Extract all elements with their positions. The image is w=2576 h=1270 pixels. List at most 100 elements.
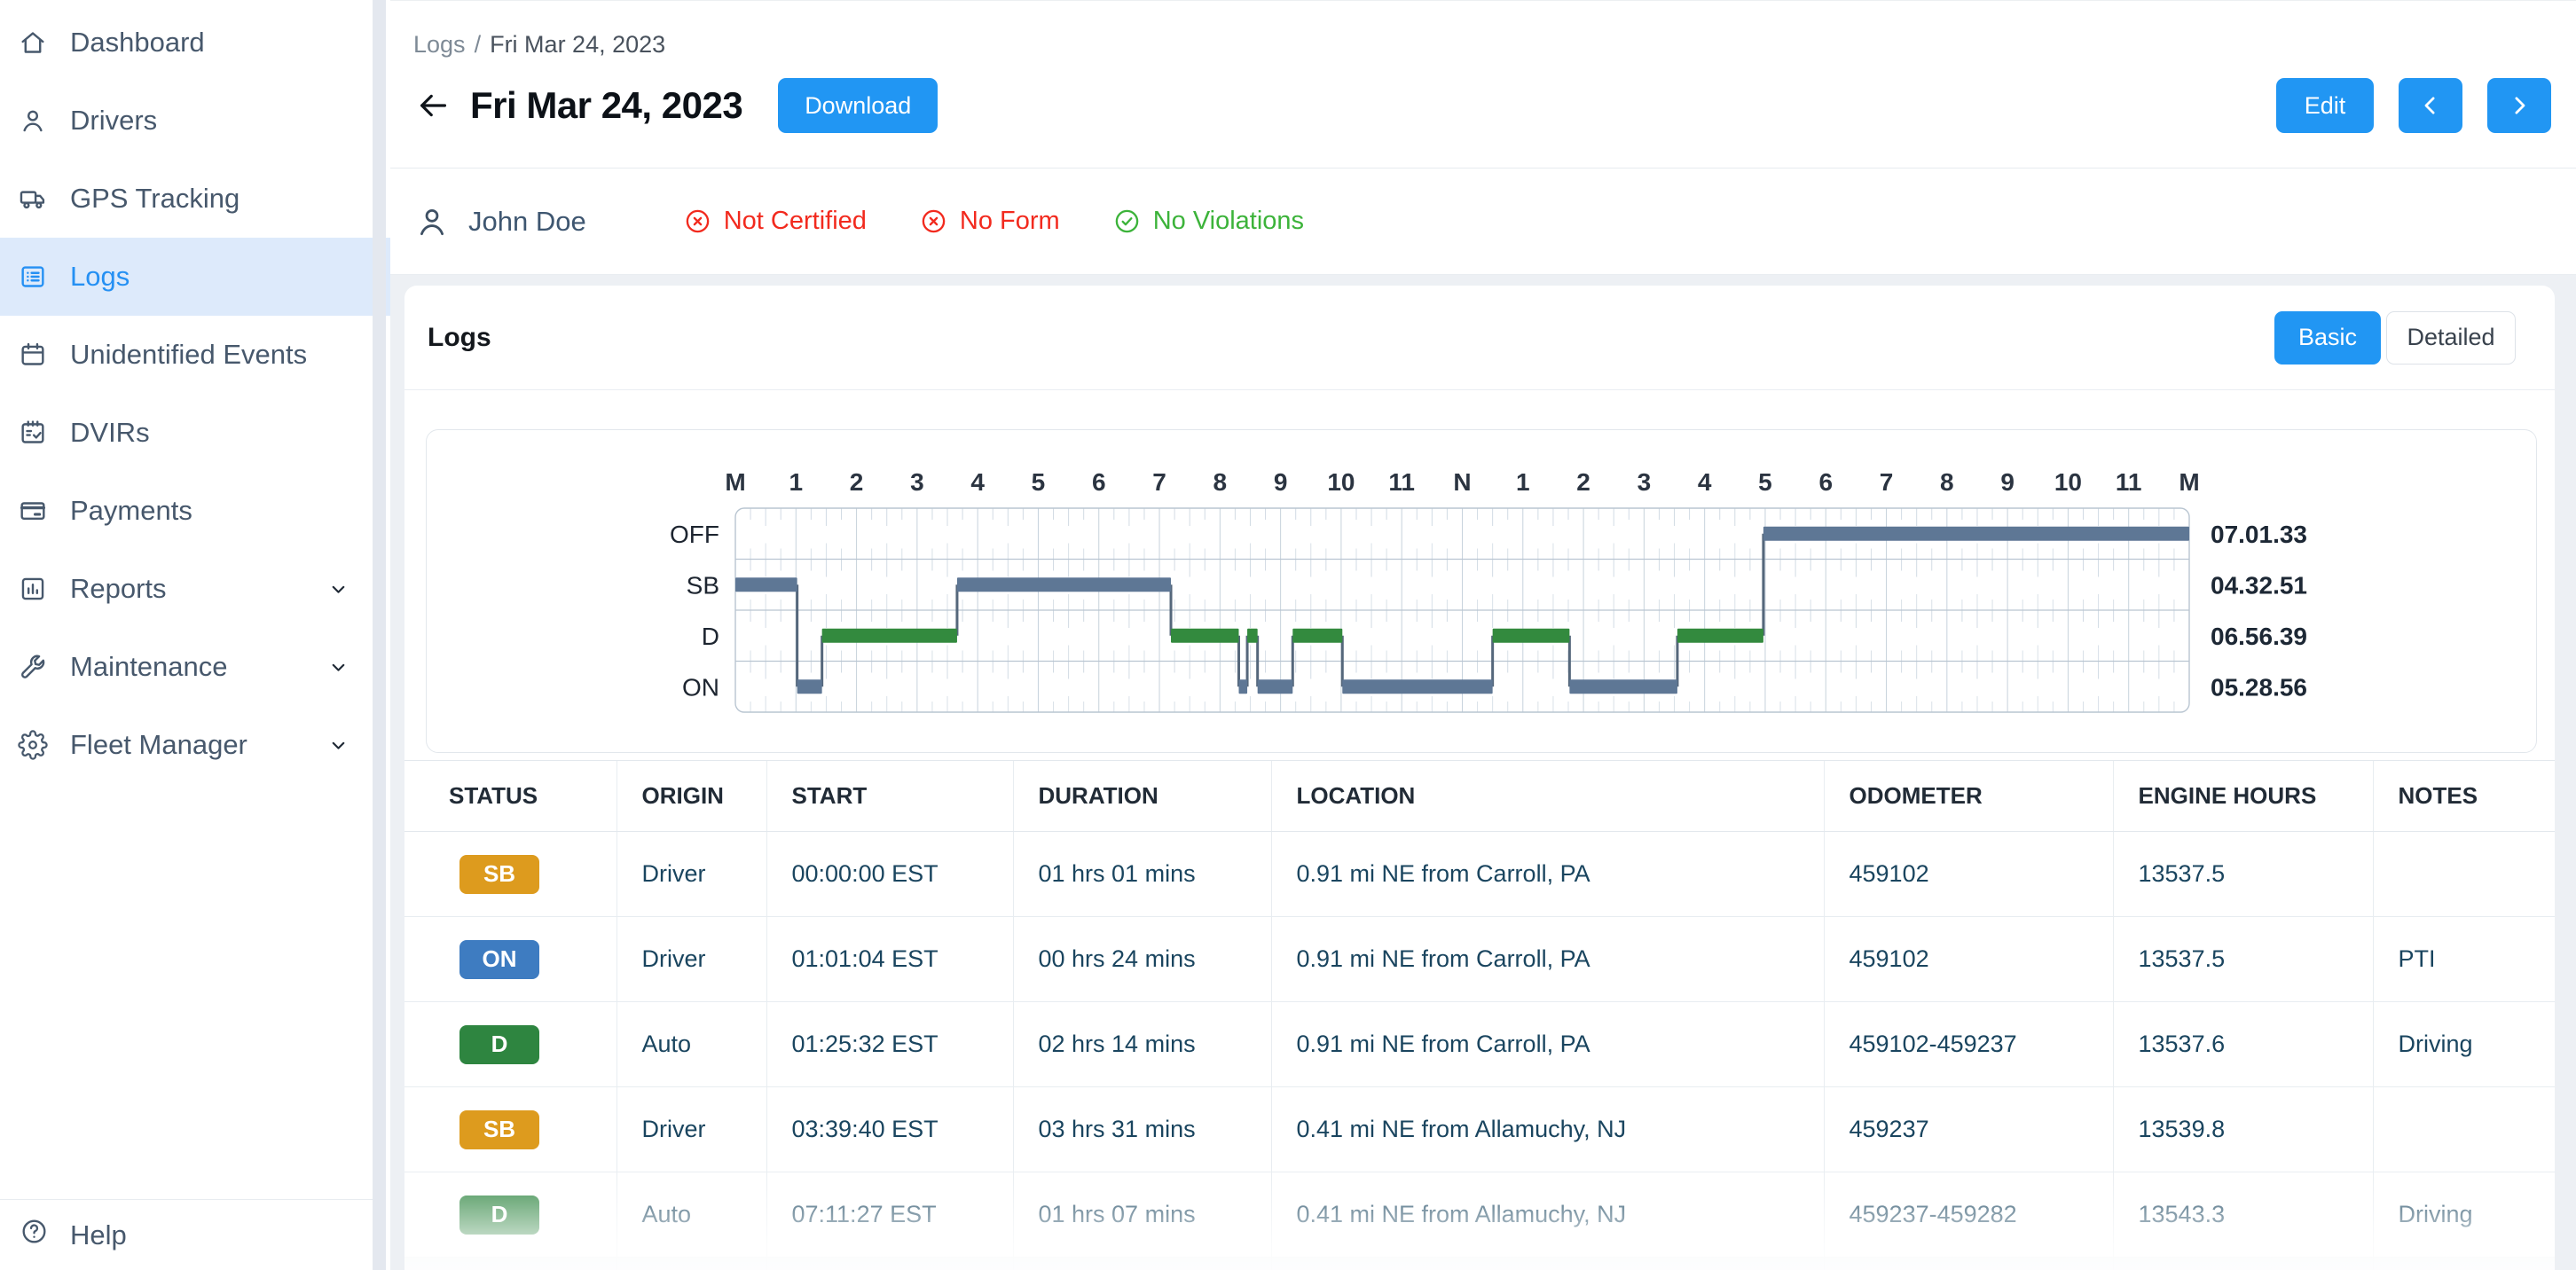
sidebar-item-label: Reports	[70, 573, 167, 605]
status-cell: SB	[404, 1087, 617, 1172]
hour-label: 9	[1274, 468, 1288, 496]
hour-label: 7	[1880, 468, 1894, 496]
duty-status-segment	[1493, 629, 1570, 643]
location-cell: 0.41 mi NE from Allamuchy, NJ	[1271, 1172, 1824, 1258]
content-area: Logs Basic Detailed M1234567891011N12345…	[390, 275, 2576, 1270]
sidebar-item-dashboard[interactable]: Dashboard	[0, 4, 390, 82]
driver-avatar-icon	[413, 203, 451, 240]
row-label: SB	[687, 571, 719, 599]
sidebar-item-help[interactable]: Help	[0, 1199, 373, 1270]
sidebar-item-label: Maintenance	[70, 651, 228, 683]
sidebar-item-unidentified-events[interactable]: Unidentified Events	[0, 316, 390, 394]
sidebar-item-payments[interactable]: Payments	[0, 472, 390, 550]
log-table: STATUSORIGINSTARTDURATIONLOCATIONODOMETE…	[404, 760, 2555, 1270]
title-row: Fri Mar 24, 2023 Download Edit	[413, 75, 2551, 136]
sidebar-item-drivers[interactable]: Drivers	[0, 82, 390, 160]
sidebar-item-dvirs[interactable]: DVIRs	[0, 394, 390, 472]
hour-label: 11	[2116, 468, 2142, 496]
sidebar-scrollbar[interactable]	[373, 0, 386, 1270]
sidebar-item-label: DVIRs	[70, 417, 150, 449]
chevron-right-icon	[2506, 92, 2533, 119]
column-header: DURATION	[1013, 761, 1271, 832]
card-title: Logs	[428, 323, 491, 353]
hour-label: 2	[1576, 468, 1590, 496]
breadcrumb-section[interactable]: Logs	[413, 31, 466, 59]
driver-status-chips: Not Certified No Form No Violations	[684, 207, 1304, 236]
hour-label: 9	[2000, 468, 2014, 496]
download-button[interactable]: Download	[778, 78, 938, 133]
row-label: OFF	[670, 521, 719, 548]
bar-chart-icon	[18, 574, 48, 604]
location-cell: 0.91 mi NE from Carroll, PA	[1271, 832, 1824, 917]
hour-label: 11	[1388, 468, 1415, 496]
status-badge: D	[459, 1196, 539, 1235]
origin-cell: Auto	[617, 1172, 766, 1258]
no-form-badge: No Form	[920, 207, 1060, 236]
back-arrow-icon[interactable]	[413, 86, 452, 125]
duty-status-segment	[1342, 679, 1492, 694]
sidebar-item-label: Fleet Manager	[70, 729, 247, 761]
calendar-check-icon	[18, 418, 48, 448]
sidebar-item-maintenance[interactable]: Maintenance	[0, 628, 390, 706]
edit-button[interactable]: Edit	[2276, 78, 2374, 133]
hos-chart: M1234567891011N1234567891011MOFF07.01.33…	[427, 430, 2536, 752]
status-cell: D	[404, 1172, 617, 1258]
hour-label: 1	[789, 468, 804, 496]
help-label: Help	[70, 1219, 127, 1251]
location-cell: 0.41 mi NE from Allamuchy, NJ	[1271, 1087, 1824, 1172]
sidebar-item-gps-tracking[interactable]: GPS Tracking	[0, 160, 390, 238]
hour-label: 5	[1032, 468, 1046, 496]
notes-cell: Driving	[2373, 1172, 2555, 1258]
truck-icon	[18, 184, 48, 214]
table-row-partial	[404, 1258, 2555, 1270]
not-certified-badge: Not Certified	[684, 207, 867, 236]
sidebar-item-label: GPS Tracking	[70, 183, 240, 215]
chevron-down-icon	[327, 578, 349, 600]
no-violations-badge: No Violations	[1113, 207, 1304, 236]
hour-label: M	[725, 468, 745, 496]
odometer-cell: 459237-459282	[1824, 1172, 2113, 1258]
start-cell: 01:01:04 EST	[766, 917, 1013, 1002]
origin-cell: Driver	[617, 832, 766, 917]
start-cell: 07:11:27 EST	[766, 1172, 1013, 1258]
sidebar-item-logs[interactable]: Logs	[0, 238, 390, 316]
hour-label: 8	[1213, 468, 1228, 496]
sidebar-nav: Dashboard Drivers GPS Tracking Logs	[0, 0, 390, 784]
next-day-button[interactable]	[2487, 78, 2551, 133]
table-row: SBDriver00:00:00 EST01 hrs 01 mins0.91 m…	[404, 832, 2555, 917]
breadcrumb-separator: /	[475, 31, 482, 59]
engine-hours-cell: 13537.5	[2113, 832, 2373, 917]
previous-day-button[interactable]	[2399, 78, 2462, 133]
calendar-icon	[18, 340, 48, 370]
column-header: START	[766, 761, 1013, 832]
column-header: ENGINE HOURS	[2113, 761, 2373, 832]
circle-x-icon	[684, 208, 711, 235]
origin-cell: Auto	[617, 1002, 766, 1087]
breadcrumb: Logs / Fri Mar 24, 2023	[413, 31, 665, 59]
row-total: 06.56.39	[2211, 623, 2307, 650]
notes-cell	[2373, 1087, 2555, 1172]
home-icon	[18, 27, 48, 58]
hour-label: 3	[1637, 468, 1652, 496]
view-toggle: Basic Detailed	[2274, 311, 2516, 365]
basic-view-button[interactable]: Basic	[2274, 311, 2381, 365]
hour-label: 5	[1758, 468, 1772, 496]
location-cell: 0.91 mi NE from Carroll, PA	[1271, 917, 1824, 1002]
odometer-cell: 459102-459237	[1824, 1002, 2113, 1087]
sidebar-item-label: Payments	[70, 495, 192, 527]
row-total: 04.32.51	[2211, 571, 2307, 599]
row-label: D	[702, 623, 719, 650]
duration-cell: 03 hrs 31 mins	[1013, 1087, 1271, 1172]
notes-cell	[2373, 832, 2555, 917]
sidebar-item-reports[interactable]: Reports	[0, 550, 390, 628]
duration-cell: 01 hrs 07 mins	[1013, 1172, 1271, 1258]
detailed-view-button[interactable]: Detailed	[2386, 311, 2516, 365]
table-row: SBDriver03:39:40 EST03 hrs 31 mins0.41 m…	[404, 1087, 2555, 1172]
driver-name[interactable]: John Doe	[468, 206, 586, 238]
hour-label: 7	[1152, 468, 1166, 496]
row-label: ON	[682, 673, 719, 701]
status-cell: ON	[404, 917, 617, 1002]
sidebar-item-fleet-manager[interactable]: Fleet Manager	[0, 706, 390, 784]
chevron-down-icon	[327, 656, 349, 678]
hour-label: 8	[1940, 468, 1954, 496]
